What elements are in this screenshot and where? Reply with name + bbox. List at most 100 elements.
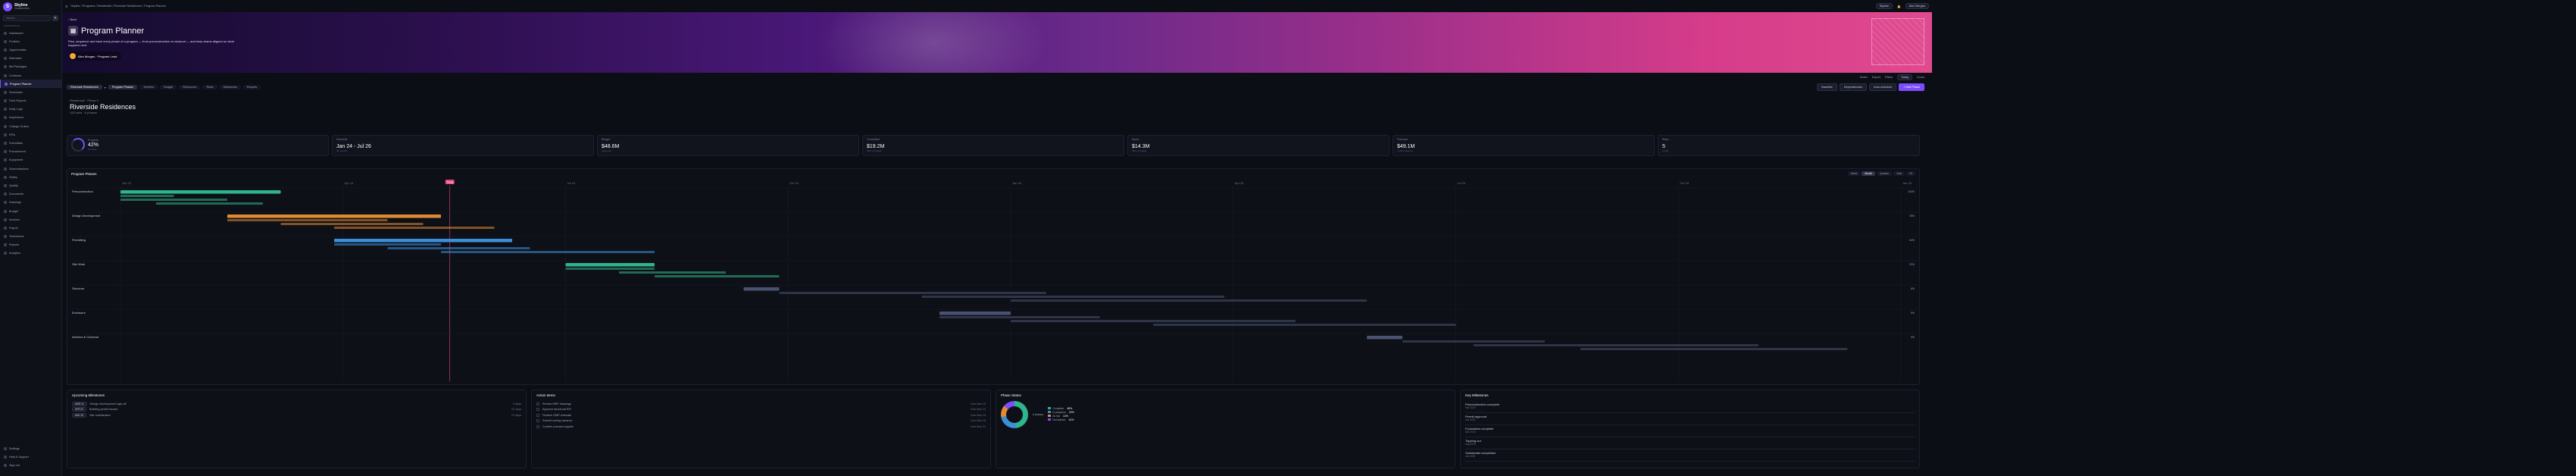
checkbox[interactable]: [536, 402, 539, 406]
plus-icon[interactable]: +: [52, 15, 58, 21]
tab-program-phases[interactable]: Program Phases: [108, 85, 138, 89]
tab-timeline[interactable]: Timeline: [139, 85, 158, 89]
project-select[interactable]: Riverside Residences: [67, 85, 102, 89]
view-quarter[interactable]: Quarter: [1877, 171, 1893, 176]
sidebar-item-equipment[interactable]: Equipment: [0, 156, 61, 164]
bell-icon[interactable]: 🔔: [1897, 5, 1901, 8]
sidebar-item-budget[interactable]: Budget: [0, 207, 61, 215]
tab-resources[interactable]: Resources: [179, 85, 201, 89]
sidebar-item-payroll[interactable]: Payroll: [0, 224, 61, 232]
nav-icon: [4, 158, 7, 162]
workspace-switcher[interactable]: Skyline: [1875, 3, 1893, 9]
add-phase-button[interactable]: + Add Phase: [1899, 83, 1924, 91]
list-item[interactable]: Review MEP drawings Due Mar 12: [536, 401, 986, 407]
auto-schedule-button[interactable]: Auto-schedule: [1869, 83, 1897, 91]
menu-icon[interactable]: ☰: [65, 5, 67, 8]
tab-budget[interactable]: Budget: [160, 85, 177, 89]
sidebar-item-help[interactable]: Help & Support: [0, 453, 62, 462]
breadcrumb: Skyline / Programs / Residential / River…: [70, 5, 166, 8]
sidebar-item-reports[interactable]: Reports: [0, 241, 61, 249]
sidebar-item-portfolio[interactable]: Portfolio: [0, 37, 61, 45]
checkbox[interactable]: [536, 408, 539, 412]
sidebar-item-opportunities[interactable]: Opportunities: [0, 45, 61, 54]
sidebar-item-timesheets[interactable]: Timesheets: [0, 233, 61, 241]
phase-name: Enclosure: [72, 311, 86, 315]
list-item[interactable]: Finalize GMP estimate Due Mar 15: [536, 412, 986, 418]
nav-icon: [4, 150, 7, 154]
view-month[interactable]: Month: [1862, 171, 1876, 176]
tab-row: Riverside Residences ▾ Program Phases Tim…: [62, 83, 1932, 91]
list-item[interactable]: Submit zoning variance Due Mar 18: [536, 418, 986, 424]
sidebar-item-rfis[interactable]: RFIs: [0, 130, 61, 139]
kpi-label: Risks: [1662, 138, 1669, 141]
hero-glow: [820, 12, 1047, 73]
sidebar-item-dashboard[interactable]: Dashboard: [0, 29, 61, 37]
progress-ring-icon: [71, 138, 85, 152]
toolbar-export[interactable]: Export: [1872, 76, 1880, 79]
sidebar-item-invoices[interactable]: Invoices: [0, 215, 61, 224]
owner-chip[interactable]: Alex Morgan · Program Lead: [68, 52, 122, 61]
toolbar-filters[interactable]: Filters: [1885, 76, 1893, 79]
app-root: S Skyline Construction Search... + Works…: [0, 0, 2576, 476]
sidebar-item-subcontractors[interactable]: Subcontractors: [0, 164, 61, 173]
sidebar-item-drawings[interactable]: Drawings: [0, 199, 61, 207]
sidebar-item-documents[interactable]: Documents: [0, 190, 61, 199]
sidebar-item-settings[interactable]: Settings: [0, 444, 62, 453]
nav-icon: [4, 218, 7, 221]
sidebar-item-change-orders[interactable]: Change Orders: [0, 122, 61, 130]
milestone-item[interactable]: Topping out Aug 2025: [1465, 437, 1915, 449]
list-item[interactable]: MAR 14 Design development sign-off 3 days: [72, 401, 521, 407]
sidebar-item-inspections[interactable]: Inspections: [0, 114, 61, 122]
today-label: Today: [446, 181, 454, 184]
toolbar-zoom[interactable]: Zoom: [1917, 76, 1924, 79]
view-week[interactable]: Week: [1847, 171, 1861, 176]
tab-milestones[interactable]: Milestones: [219, 85, 241, 89]
kpi-label: Committed: [867, 138, 880, 141]
back-link[interactable]: ‹ Back: [68, 17, 77, 21]
toolbar-today[interactable]: Today: [1897, 74, 1913, 80]
sidebar-item-daily-logs[interactable]: Daily Logs: [0, 105, 61, 114]
sidebar-item-submittals[interactable]: Submittals: [0, 139, 61, 147]
milestone-item[interactable]: Substantial completion Jun 2026: [1465, 449, 1915, 462]
checkbox[interactable]: [536, 419, 539, 423]
baseline-button[interactable]: Baseline: [1817, 83, 1837, 91]
sidebar-item-signout[interactable]: Sign out: [0, 462, 62, 470]
milestone-item[interactable]: Foundation complete Dec 2024: [1465, 425, 1915, 437]
user-menu[interactable]: Alex Morgan: [1905, 3, 1929, 9]
sidebar-item-program-planner[interactable]: Program Planner: [0, 80, 61, 89]
tab-risks[interactable]: Risks: [202, 85, 217, 89]
tab-reports[interactable]: Reports: [242, 85, 261, 89]
help-icon: [4, 456, 7, 459]
kpi-label: Budget: [602, 138, 611, 141]
view-fit[interactable]: Fit: [1906, 171, 1915, 176]
sidebar-item-safety[interactable]: Safety: [0, 173, 61, 181]
phase-percent: 64%: [1909, 239, 1915, 242]
checkbox[interactable]: [536, 424, 539, 428]
sidebar-item-estimates[interactable]: Estimates: [0, 55, 61, 63]
dependencies-button[interactable]: Dependencies: [1839, 83, 1868, 91]
card-title: Phase Status: [1001, 393, 1021, 397]
task-bar: [921, 296, 1224, 298]
brand[interactable]: S Skyline Construction: [0, 0, 61, 14]
sidebar-item-field-reports[interactable]: Field Reports: [0, 97, 61, 105]
view-year[interactable]: Year: [1893, 171, 1905, 176]
sidebar-item-bid-packages[interactable]: Bid Packages: [0, 63, 61, 71]
checkbox[interactable]: [536, 413, 539, 417]
list-item[interactable]: Approve structural RFI Due Mar 13: [536, 407, 986, 413]
sidebar-item-analytics[interactable]: Analytics: [0, 249, 61, 258]
list-item[interactable]: MAY 20 Site mobilization 70 days: [72, 412, 521, 418]
milestone-item[interactable]: Permit approval Jun 2024: [1465, 413, 1915, 425]
chevron-down-icon[interactable]: ▾: [105, 86, 106, 89]
status-donut: [1001, 401, 1028, 428]
milestone-item[interactable]: Preconstruction complete Mar 2024: [1465, 401, 1915, 413]
sidebar-item-schedules[interactable]: Schedules: [0, 88, 61, 96]
sidebar-search-input[interactable]: Search...: [3, 15, 51, 21]
list-item[interactable]: Confirm precast supplier Due Mar 21: [536, 424, 986, 430]
toolbar-share[interactable]: Share: [1860, 76, 1868, 79]
list-item[interactable]: APR 02 Building permit issued 22 days: [72, 407, 521, 413]
sidebar-item-procurement[interactable]: Procurement: [0, 148, 61, 156]
sidebar-item-contracts[interactable]: Contracts: [0, 71, 61, 80]
sidebar-item-quality[interactable]: Quality: [0, 181, 61, 189]
phase-percent: 100%: [1908, 190, 1915, 193]
phase-name: Structure: [72, 287, 85, 290]
